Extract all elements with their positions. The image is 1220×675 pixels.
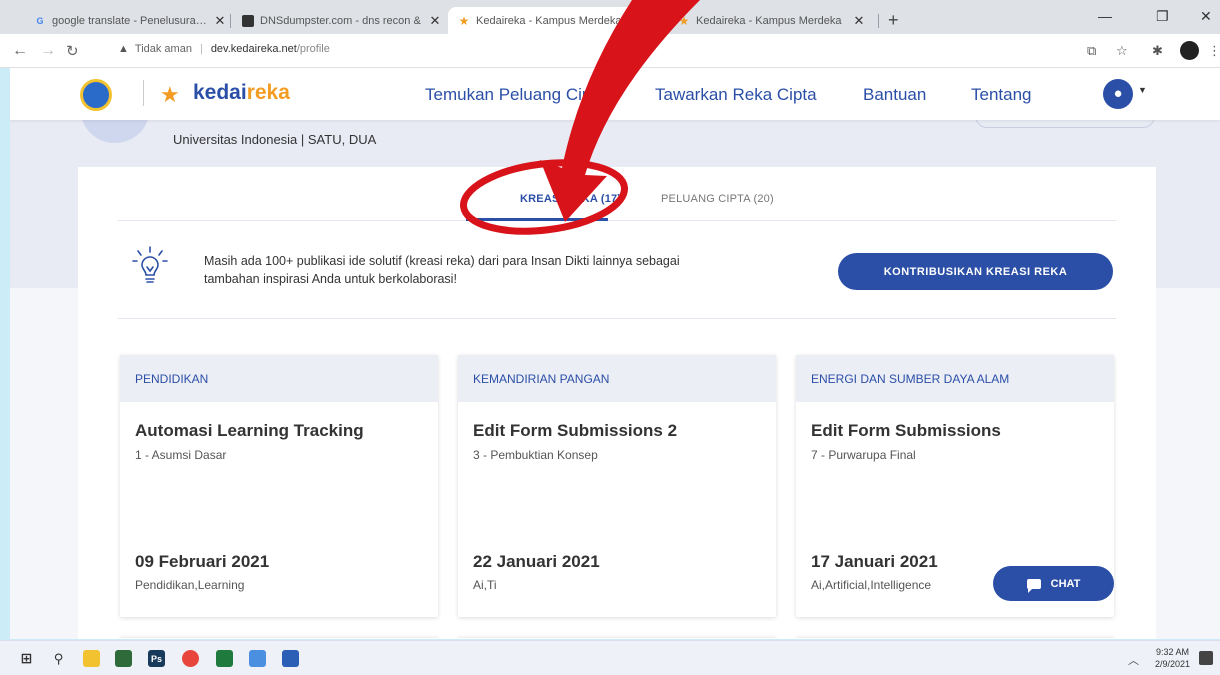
card-category: PENDIDIKAN — [120, 355, 438, 402]
star-icon: ★ — [678, 13, 690, 28]
card-date: 17 Januari 2021 — [811, 552, 938, 571]
info-text: Masih ada 100+ publikasi ide solutif (kr… — [204, 254, 680, 286]
kreasi-card[interactable]: PENDIDIKAN Automasi Learning Tracking 1 … — [120, 355, 438, 617]
clock-date: 2/9/2021 — [1155, 659, 1191, 669]
browser-profile-avatar[interactable] — [1180, 41, 1199, 60]
close-window-icon[interactable]: ✕ — [1200, 8, 1212, 25]
nav-tawarkan-reka-cipta[interactable]: Tawarkan Reka Cipta — [655, 85, 817, 105]
browser-tab-dnsdumpster[interactable]: DNSdumpster.com - dns recon & ✕ — [232, 7, 444, 34]
file-explorer-icon[interactable] — [83, 650, 100, 667]
close-tab-icon[interactable]: ✕ — [211, 13, 229, 29]
browser-tab-kedaireka[interactable]: ★ Kedaireka - Kampus Merdeka ✕ — [668, 7, 868, 34]
word-icon[interactable] — [282, 650, 299, 667]
minimize-icon[interactable]: — — [1098, 8, 1112, 24]
photoshop-icon[interactable]: Ps — [148, 650, 165, 667]
card-title[interactable]: Edit Form Submissions 2 — [473, 421, 677, 441]
profile-tabs: KREASI REKA (17) PELUANG CIPTA (20) — [118, 167, 1116, 221]
card-title[interactable]: Automasi Learning Tracking — [135, 421, 364, 441]
tab-label: Kedaireka - Kampus Merdeka — [696, 14, 842, 27]
tab-peluang-cipta[interactable]: PELUANG CIPTA (20) — [661, 193, 774, 205]
system-clock[interactable]: 9:32 AM 2/9/2021 — [1155, 646, 1190, 670]
browser-tab-bar: G google translate - Penelusuran G ✕ DNS… — [0, 0, 1220, 34]
user-account-icon[interactable]: ● — [1103, 79, 1133, 109]
tab-label: Kedaireka - Kampus Merdeka — [476, 14, 622, 27]
tray-chevron-icon[interactable]: ︿ — [1128, 652, 1139, 668]
chevron-down-icon[interactable]: ▼ — [1138, 85, 1147, 95]
nav-tentang[interactable]: Tentang — [971, 85, 1032, 105]
card-date: 22 Januari 2021 — [473, 552, 600, 571]
app-icon[interactable] — [115, 650, 132, 667]
warning-icon: ▲ — [118, 43, 129, 55]
tab-label: google translate - Penelusuran G — [52, 14, 211, 27]
nav-temukan-peluang-cipta[interactable]: Temukan Peluang Cipta — [425, 85, 606, 105]
windows-start-icon[interactable]: ⊞ — [18, 650, 35, 667]
tab-label: DNSdumpster.com - dns recon & — [260, 14, 421, 27]
tut-wuri-logo — [80, 79, 112, 111]
search-icon[interactable]: ⚲ — [50, 650, 67, 667]
close-tab-icon[interactable]: ✕ — [426, 13, 444, 29]
card-category: ENERGI DAN SUMBER DAYA ALAM — [796, 355, 1114, 402]
browser-menu-icon[interactable]: ⋮ — [1208, 43, 1220, 59]
logo-text-prefix: kedai — [193, 81, 247, 104]
kreasi-card-partial — [458, 638, 776, 639]
google-icon: G — [36, 15, 44, 26]
url-field[interactable]: ▲ Tidak aman | dev.kedaireka.net /profil… — [118, 43, 330, 55]
kedaireka-logo[interactable]: kedaireka — [193, 81, 290, 105]
logo-text-accent: reka — [246, 81, 290, 104]
kreasi-card-partial — [796, 638, 1114, 639]
dns-icon — [242, 14, 254, 27]
card-title[interactable]: Edit Form Submissions — [811, 421, 1001, 441]
chat-app-icon[interactable] — [249, 650, 266, 667]
forward-arrow-icon[interactable]: → — [40, 42, 56, 60]
contribute-kreasi-reka-button[interactable]: KONTRIBUSIKAN KREASI REKA — [838, 253, 1113, 290]
bookmark-star-icon[interactable]: ☆ — [1116, 43, 1128, 59]
kreasi-card[interactable]: KEMANDIRIAN PANGAN Edit Form Submissions… — [458, 355, 776, 617]
close-tab-icon[interactable]: ✕ — [646, 13, 664, 29]
security-label: Tidak aman — [134, 43, 192, 55]
site-header: ★ kedaireka Temukan Peluang Cipta Tawark… — [10, 68, 1220, 120]
kreasi-card-partial — [120, 638, 438, 639]
card-stage: 1 - Asumsi Dasar — [135, 448, 227, 462]
nav-bantuan[interactable]: Bantuan — [863, 85, 926, 105]
star-icon: ★ — [458, 13, 470, 28]
card-stage: 7 - Purwarupa Final — [811, 448, 916, 462]
chat-label: CHAT — [1050, 577, 1081, 590]
tab-divider — [878, 14, 879, 28]
tab-divider — [230, 14, 231, 28]
url-host: dev.kedaireka.net — [210, 43, 297, 55]
clock-time: 9:32 AM — [1156, 647, 1190, 657]
chat-button[interactable]: CHAT — [993, 566, 1114, 601]
back-arrow-icon[interactable]: ← — [12, 42, 28, 60]
new-tab-button[interactable]: + — [888, 10, 899, 31]
info-banner: Masih ada 100+ publikasi ide solutif (kr… — [118, 221, 1116, 319]
address-bar: ← → ↻ ▲ Tidak aman | dev.kedaireka.net /… — [0, 34, 1220, 68]
card-tags: Pendidikan,Learning — [135, 578, 245, 592]
card-tags: Ai,Artificial,Intelligence — [811, 578, 932, 592]
logo-divider — [143, 80, 144, 106]
extensions-icon[interactable]: ✱ — [1152, 43, 1163, 59]
windows-taskbar: ⊞ ⚲ Ps ︿ 9:32 AM 2/9/2021 — [0, 640, 1220, 675]
profile-university: Universitas Indonesia | SATU, DUA — [173, 132, 377, 147]
translate-icon[interactable]: ⧉ — [1087, 43, 1096, 59]
chat-bubble-icon — [1026, 578, 1041, 593]
kedaireka-star-icon: ★ — [160, 82, 180, 107]
url-divider: | — [199, 43, 203, 55]
contributions-panel: KREASI REKA (17) PELUANG CIPTA (20) Masi… — [78, 167, 1156, 639]
browser-tab-google-translate[interactable]: G google translate - Penelusuran G ✕ — [24, 7, 229, 34]
card-stage: 3 - Pembuktian Konsep — [473, 448, 598, 462]
card-date: 09 Februari 2021 — [135, 552, 270, 571]
close-tab-icon[interactable]: ✕ — [850, 13, 868, 29]
notification-icon[interactable] — [1199, 651, 1213, 665]
browser-tab-kedaireka-active[interactable]: ★ Kedaireka - Kampus Merdeka ✕ — [448, 7, 664, 34]
lightbulb-icon — [132, 246, 168, 283]
chrome-icon[interactable] — [182, 650, 199, 667]
card-category: KEMANDIRIAN PANGAN — [458, 355, 776, 402]
restore-icon[interactable]: ❐ — [1156, 8, 1169, 25]
page-content: Universitas Indonesia | SATU, DUA ★ keda… — [10, 68, 1220, 639]
url-path: /profile — [296, 43, 330, 55]
tab-kreasi-reka[interactable]: KREASI REKA (17) — [520, 193, 621, 205]
reload-icon[interactable]: ↻ — [66, 42, 79, 60]
excel-icon[interactable] — [216, 650, 233, 667]
card-tags: Ai,Ti — [473, 578, 497, 592]
